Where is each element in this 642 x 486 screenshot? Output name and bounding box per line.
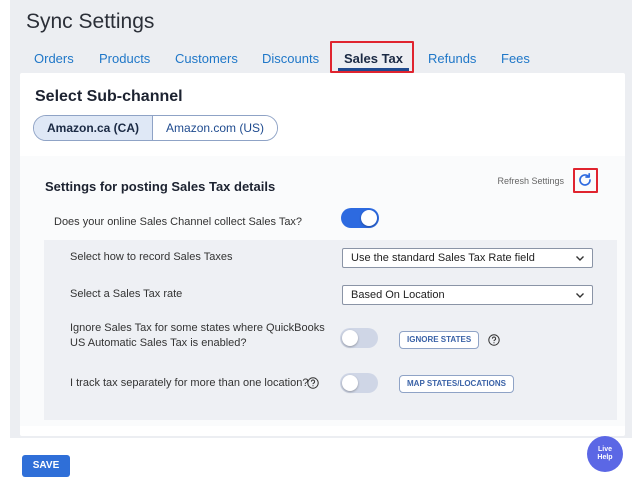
tab-highlight-box	[330, 41, 414, 73]
subchannel-selector: Amazon.ca (CA) Amazon.com (US)	[33, 115, 279, 141]
refresh-settings-label: Refresh Settings	[497, 176, 564, 186]
ignore-states-label-line2: US Automatic Sales Tax is enabled?	[70, 337, 247, 349]
sales-tax-options-panel: Select how to record Sales Taxes Use the…	[44, 240, 617, 420]
tax-rate-label: Select a Sales Tax rate	[70, 288, 183, 300]
record-taxes-label: Select how to record Sales Taxes	[70, 251, 233, 263]
ignore-states-toggle[interactable]	[340, 328, 378, 348]
page-title: Sync Settings	[26, 10, 155, 33]
ignore-states-label: Ignore Sales Tax for some states where Q…	[70, 321, 325, 351]
refresh-highlight-box	[573, 168, 598, 193]
help-icon[interactable]	[488, 334, 500, 346]
save-button[interactable]: SAVE	[22, 455, 70, 477]
toggle-knob	[342, 330, 358, 346]
live-help-button[interactable]: Live Help	[587, 436, 623, 472]
subchannel-option-ca[interactable]: Amazon.ca (CA)	[34, 116, 154, 140]
track-tax-toggle[interactable]	[340, 373, 378, 393]
live-help-line2: Help	[597, 454, 613, 461]
tax-rate-select[interactable]: Based On Location	[342, 285, 593, 305]
toggle-knob	[361, 210, 377, 226]
subchannel-title: Select Sub-channel	[35, 88, 183, 105]
record-taxes-select[interactable]: Use the standard Sales Tax Rate field	[342, 248, 593, 268]
collect-sales-tax-question: Does your online Sales Channel collect S…	[54, 216, 303, 228]
chevron-down-icon	[576, 293, 584, 298]
toggle-knob	[342, 375, 358, 391]
settings-card: Select Sub-channel Amazon.ca (CA) Amazon…	[20, 73, 625, 436]
subchannel-option-us[interactable]: Amazon.com (US)	[153, 116, 278, 140]
help-icon[interactable]	[307, 377, 319, 389]
section-title: Settings for posting Sales Tax details	[45, 179, 276, 194]
tab-refunds[interactable]: Refunds	[428, 47, 476, 71]
tax-rate-value: Based On Location	[351, 289, 445, 301]
record-taxes-value: Use the standard Sales Tax Rate field	[351, 252, 535, 264]
tab-products[interactable]: Products	[99, 47, 150, 71]
chevron-down-icon	[576, 256, 584, 261]
ignore-states-label-line1: Ignore Sales Tax for some states where Q…	[70, 322, 325, 334]
track-tax-label: I track tax separately for more than one…	[70, 377, 309, 389]
tab-discounts[interactable]: Discounts	[262, 47, 319, 71]
map-states-locations-button[interactable]: MAP STATES/LOCATIONS	[399, 375, 514, 393]
live-help-line1: Live	[597, 446, 612, 453]
sales-tax-section: Settings for posting Sales Tax details R…	[20, 156, 625, 426]
tab-orders[interactable]: Orders	[34, 47, 74, 71]
tab-fees[interactable]: Fees	[501, 47, 530, 71]
ignore-states-button[interactable]: IGNORE STATES	[399, 331, 480, 349]
tab-customers[interactable]: Customers	[175, 47, 238, 71]
collect-sales-tax-toggle[interactable]	[341, 208, 379, 228]
